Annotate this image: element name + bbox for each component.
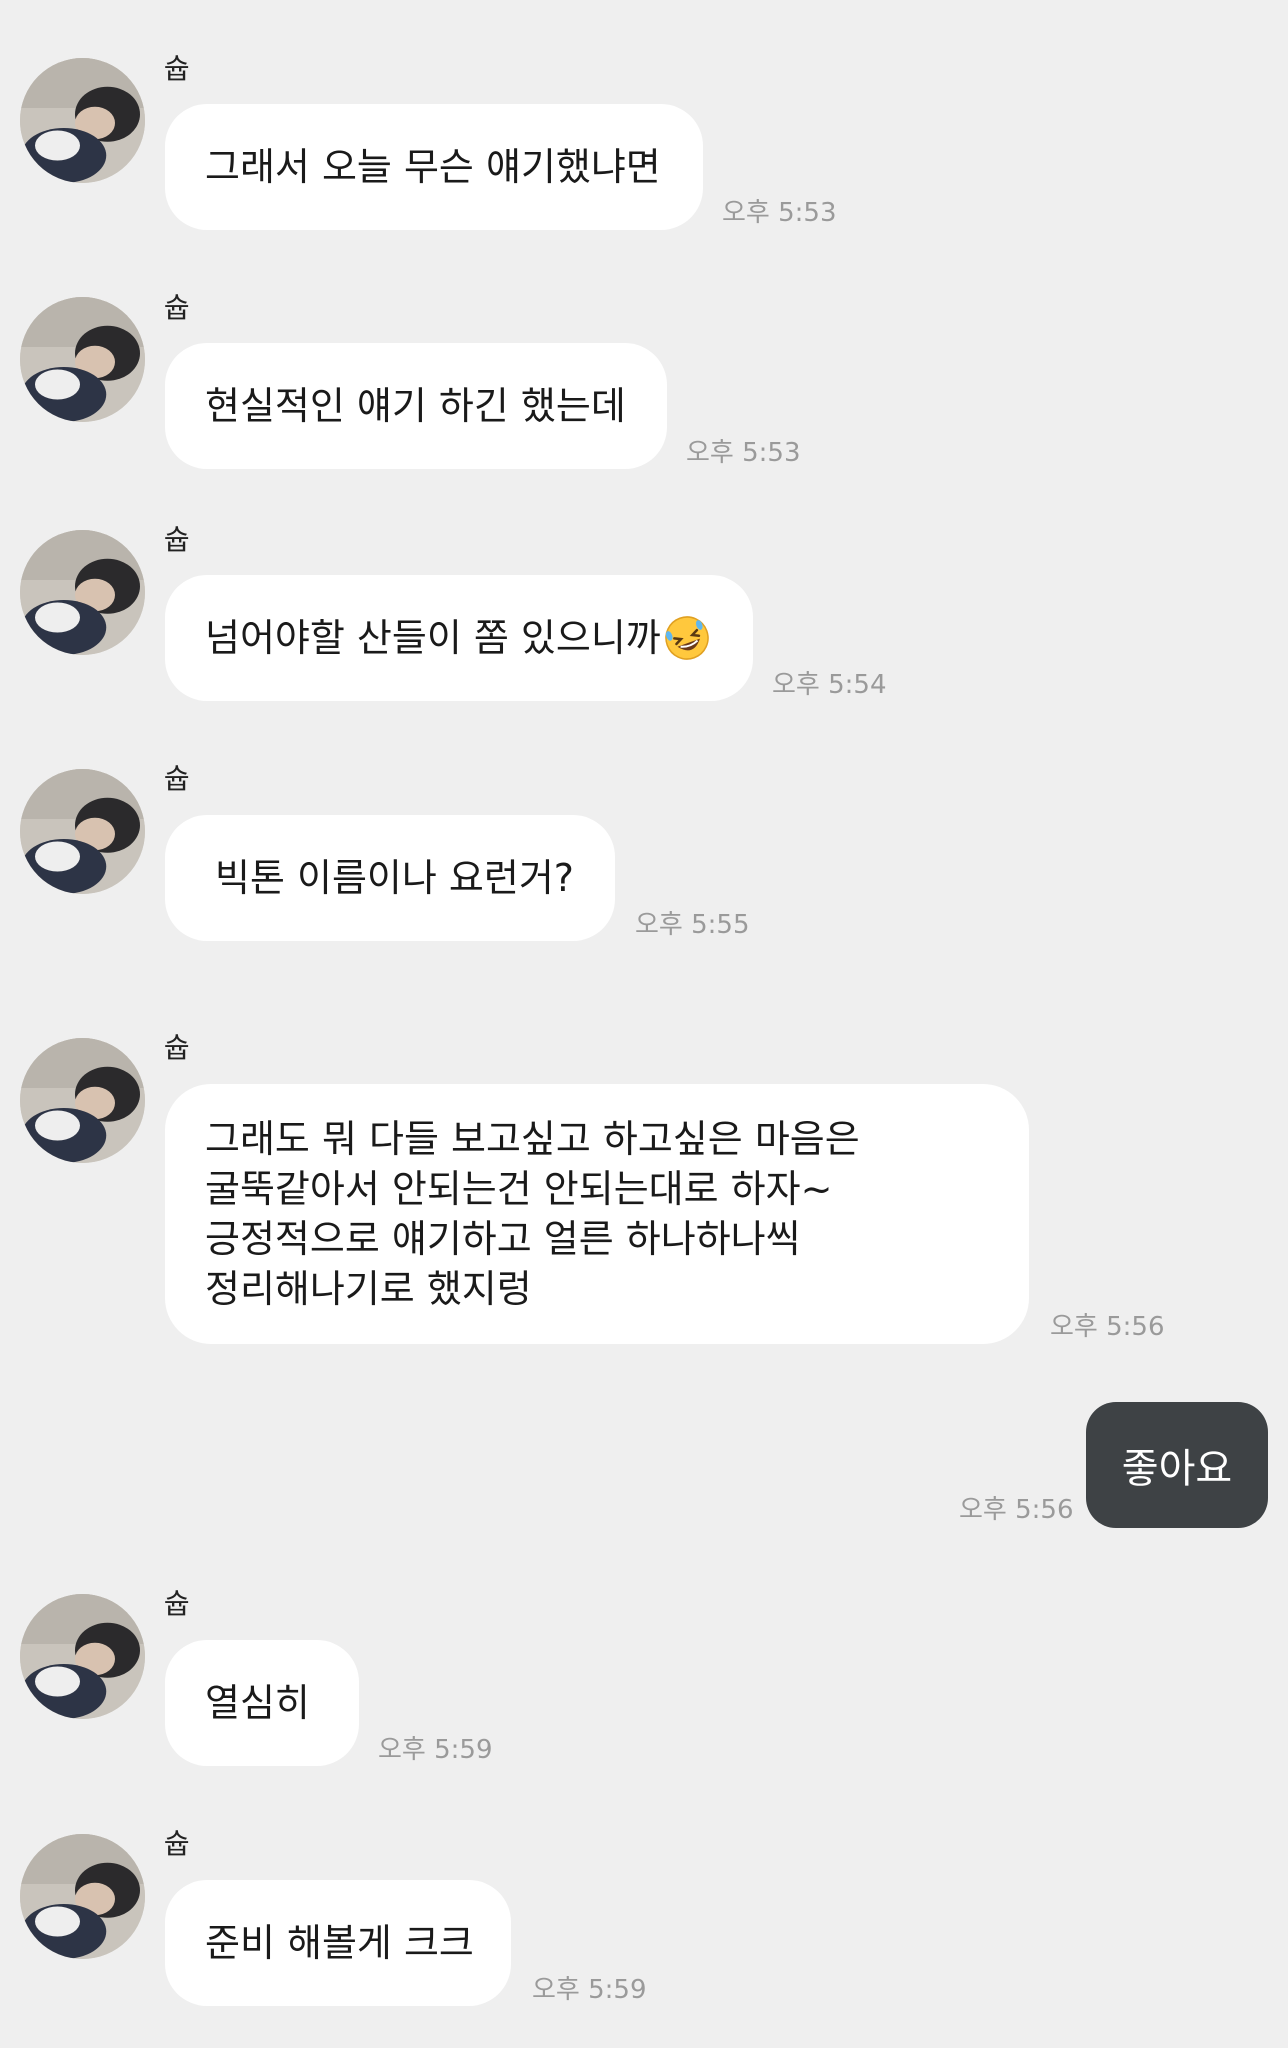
message-bubble: 넘어야할 산들이 쫌 있으니까 [165,575,753,701]
message-bubble: 빅톤 이름이나 요런거? [165,815,615,941]
message-timestamp: 오후 5:59 [378,1735,493,1765]
message-timestamp: 오후 5:54 [772,670,887,700]
sender-name: 슙 [164,1827,190,1860]
message-text: 넘어야할 산들이 쫌 있으니까 [205,616,661,660]
message-timestamp: 오후 5:55 [635,910,750,940]
sender-name: 슙 [164,1031,190,1064]
message-text-line: 긍정적으로 얘기하고 얼른 하나하나씩 [205,1217,801,1261]
avatar[interactable] [20,58,145,183]
message-bubble: 현실적인 얘기 하긴 했는데 [165,343,667,469]
sender-name: 슙 [164,1587,190,1620]
avatar[interactable] [20,1834,145,1959]
message-bubble: 열심히 [165,1640,359,1766]
message-text: 그래서 오늘 무슨 얘기했냐면 [205,145,661,189]
rolling-laughing-emoji-icon [665,616,709,660]
message-bubble: 그래도 뭐 다들 보고싶고 하고싶은 마음은 굴뚝같아서 안되는건 안되는대로 … [165,1084,1029,1344]
message-bubble: 그래서 오늘 무슨 얘기했냐면 [165,104,703,230]
my-message-bubble: 좋아요 [1086,1402,1268,1528]
message-text: 좋아요 [1121,1446,1233,1492]
message-text: 준비 해볼게 크크 [205,1921,474,1965]
sender-name: 슙 [164,762,190,795]
message-text-line: 정리해나기로 했지렁 [205,1267,532,1311]
message-text: 열심히 [205,1681,310,1725]
sender-name: 슙 [164,291,190,324]
profile-photo-icon [20,58,145,183]
message-text: 빅톤 이름이나 요런거? [215,856,574,900]
profile-photo-icon [20,769,145,894]
profile-photo-icon [20,1038,145,1163]
message-bubble: 준비 해볼게 크크 [165,1880,511,2006]
sender-name: 슙 [164,523,190,556]
message-timestamp: 오후 5:53 [686,438,801,468]
message-timestamp: 오후 5:53 [722,198,837,228]
message-timestamp: 오후 5:56 [1050,1312,1165,1342]
profile-photo-icon [20,1594,145,1719]
profile-photo-icon [20,297,145,422]
message-text: 현실적인 얘기 하긴 했는데 [205,384,626,428]
message-text-line: 굴뚝같아서 안되는건 안되는대로 하자~ [205,1167,833,1211]
message-text-line: 그래도 뭐 다들 보고싶고 하고싶은 마음은 [205,1117,860,1161]
avatar[interactable] [20,769,145,894]
profile-photo-icon [20,530,145,655]
avatar[interactable] [20,1038,145,1163]
avatar[interactable] [20,297,145,422]
avatar[interactable] [20,530,145,655]
message-timestamp: 오후 5:59 [532,1975,647,2005]
sender-name: 슙 [164,52,190,85]
avatar[interactable] [20,1594,145,1719]
profile-photo-icon [20,1834,145,1959]
message-timestamp: 오후 5:56 [959,1495,1074,1525]
